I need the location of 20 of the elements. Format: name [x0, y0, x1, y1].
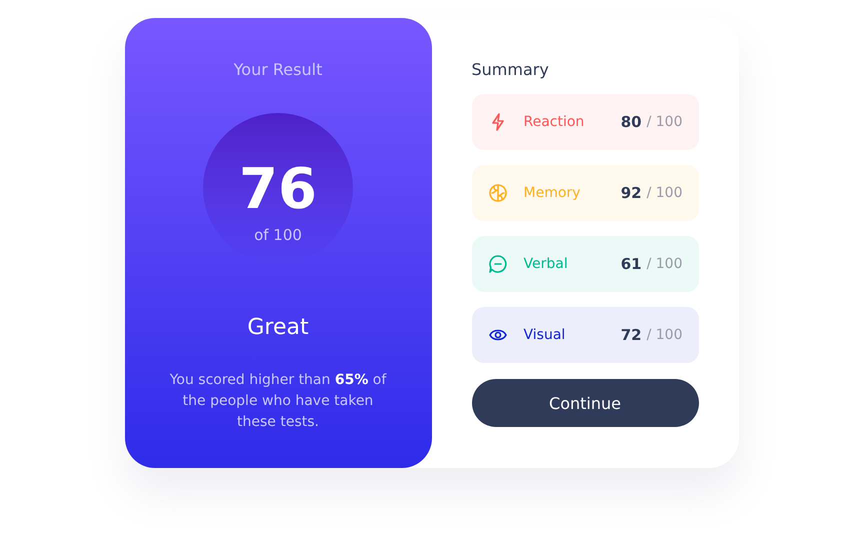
- continue-button[interactable]: Continue: [472, 379, 698, 427]
- result-description: You scored higher than 65% of the people who have taken these tests.: [168, 371, 388, 432]
- category-max: / 100: [646, 185, 682, 201]
- category-max: / 100: [646, 327, 682, 343]
- category-label: Visual: [524, 327, 566, 343]
- category-label: Memory: [524, 185, 582, 201]
- category-max: / 100: [646, 256, 682, 272]
- category-label: Reaction: [524, 114, 586, 130]
- category-score: 61: [620, 255, 642, 273]
- score-total: of 100: [254, 226, 302, 244]
- score-value: 76: [239, 160, 317, 220]
- category-max: / 100: [646, 114, 682, 130]
- rating-label: Great: [247, 315, 309, 340]
- category-score: 92: [620, 184, 642, 202]
- chat-bubble-icon: [488, 254, 508, 274]
- result-title: Your Result: [234, 60, 322, 79]
- category-score: 72: [620, 326, 642, 344]
- category-score: 80: [620, 113, 642, 131]
- category-label: Verbal: [524, 256, 569, 272]
- summary-title: Summary: [472, 60, 550, 79]
